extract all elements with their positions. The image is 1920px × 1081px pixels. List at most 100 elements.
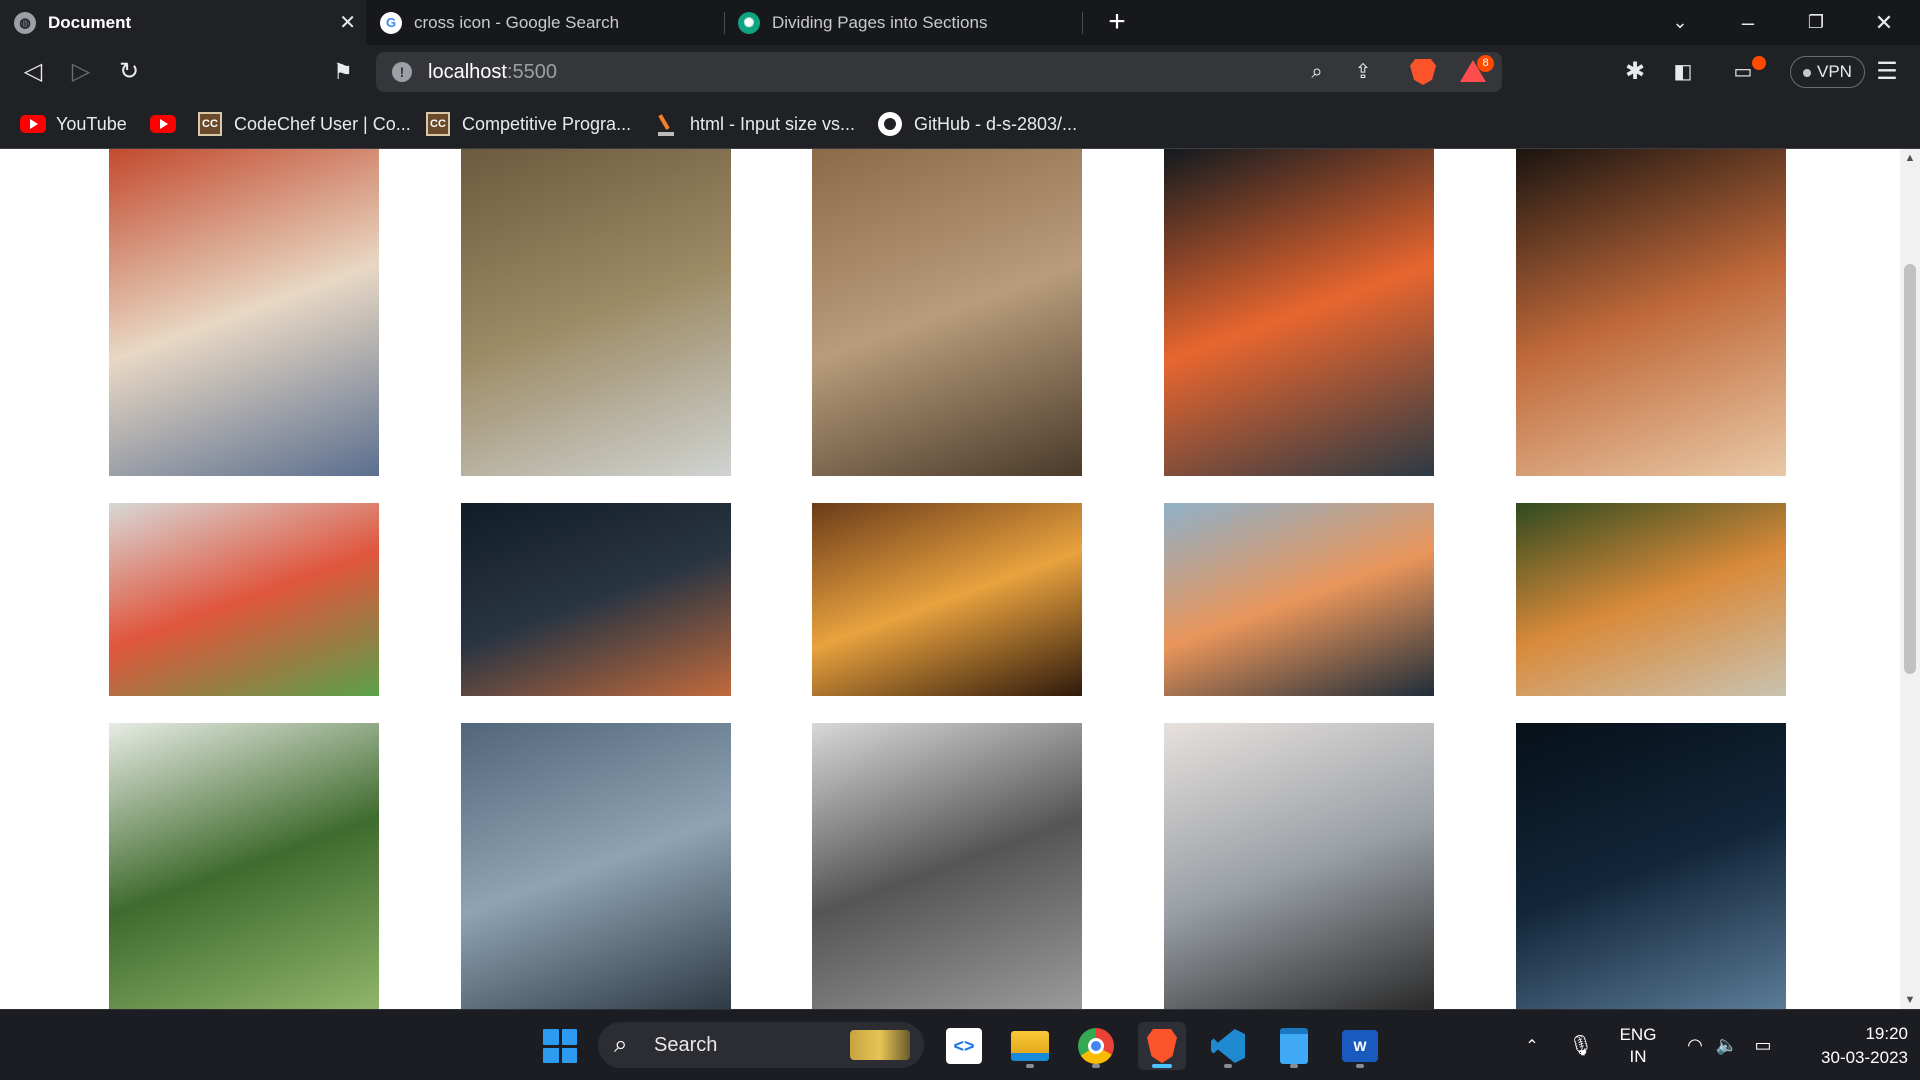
- google-icon: G: [380, 11, 402, 34]
- bookmark-competitive-programming[interactable]: CC Competitive Progra...: [426, 109, 631, 139]
- vscode-icon: [1211, 1029, 1245, 1063]
- reload-button[interactable]: ↻: [110, 53, 148, 91]
- bookmark-youtube-2[interactable]: [150, 109, 186, 139]
- gallery-image-sunset-over-sea-and-hills: [1164, 503, 1434, 696]
- globe-icon: ◍: [14, 11, 36, 34]
- scrollbar-thumb[interactable]: [1904, 264, 1916, 674]
- bookmark-icon[interactable]: ⚑: [324, 53, 362, 91]
- explorer-icon: [1011, 1031, 1049, 1061]
- forward-button[interactable]: ▷: [62, 53, 100, 91]
- taskbar-app-vscode[interactable]: [1204, 1022, 1252, 1070]
- chatgpt-icon: ✺: [738, 11, 760, 34]
- browser-chrome: ◍ Document ✕ G cross icon - Google Searc…: [0, 0, 1920, 149]
- bookmark-label: YouTube: [56, 113, 127, 134]
- volume-icon[interactable]: 🔈: [1712, 1010, 1742, 1081]
- show-hidden-icons-chevron-icon[interactable]: ⌃: [1516, 1010, 1548, 1081]
- gallery-image-hands-on-piano: [1516, 149, 1786, 476]
- gallery-image-rocky-shoreline: [461, 149, 731, 476]
- scroll-up-arrow-icon[interactable]: ▲: [1900, 149, 1920, 167]
- gallery-image-tower-lit-at-night: [1164, 149, 1434, 476]
- minimize-button[interactable]: –: [1720, 0, 1776, 45]
- back-button[interactable]: ◁: [14, 53, 52, 91]
- tab-separator: [1082, 12, 1083, 34]
- battery-icon[interactable]: ▭: [1748, 1010, 1778, 1081]
- tab-title: Document: [48, 12, 132, 32]
- tab-title: cross icon - Google Search: [414, 12, 620, 32]
- gallery-image-man-in-suit-against-wooden-crates: [812, 149, 1082, 476]
- scroll-down-arrow-icon[interactable]: ▼: [1900, 991, 1920, 1009]
- taskbar-app-brave[interactable]: [1138, 1022, 1186, 1070]
- menu-icon[interactable]: ☰: [1868, 53, 1906, 91]
- codechef-icon: CC: [426, 112, 450, 136]
- extensions-icon[interactable]: ✱: [1616, 53, 1654, 91]
- windows-icon: [543, 1029, 577, 1063]
- bookmark-codechef-user[interactable]: CC CodeChef User | Co...: [198, 109, 411, 139]
- taskbar-search[interactable]: ⌕ Search: [598, 1022, 924, 1068]
- gallery-image-retro-room-with-lamp: [812, 503, 1082, 696]
- restore-button[interactable]: ❐: [1788, 0, 1844, 45]
- bookmark-youtube[interactable]: YouTube: [20, 109, 127, 139]
- gallery-image-silver-car-by-wall: [1164, 723, 1434, 1009]
- bookmark-stackoverflow[interactable]: html - Input size vs...: [656, 109, 855, 139]
- image-gallery: [0, 149, 1900, 1009]
- gallery-image-dark-corridor-with-light: [1516, 723, 1786, 1009]
- youtube-icon: [150, 115, 176, 133]
- wallet-badge: [1752, 56, 1766, 70]
- region-code: IN: [1629, 1046, 1647, 1066]
- bookmark-label: html - Input size vs...: [690, 113, 856, 134]
- vpn-status-icon: [1803, 68, 1811, 77]
- address-bar[interactable]: ! localhost:5500 ⌕ ⇪ 8: [376, 52, 1502, 92]
- bookmark-github[interactable]: GitHub - d-s-2803/...: [878, 109, 1077, 139]
- search-icon: ⌕: [614, 1031, 628, 1058]
- page-scrollbar[interactable]: ▲ ▼: [1900, 149, 1920, 1009]
- rewards-badge: 8: [1477, 55, 1494, 72]
- tab-strip: ◍ Document ✕ G cross icon - Google Searc…: [0, 0, 1920, 45]
- tab-google-search[interactable]: G cross icon - Google Search: [366, 0, 724, 45]
- tab-dividing-pages[interactable]: ✺ Dividing Pages into Sections: [724, 0, 1082, 45]
- bookmark-label: Competitive Progra...: [462, 113, 632, 134]
- window-close-button[interactable]: ✕: [1856, 0, 1912, 45]
- gallery-image-dusk-sky-silhouette: [461, 503, 731, 696]
- tab-title: Dividing Pages into Sections: [772, 12, 988, 32]
- devtools-icon: <>: [946, 1028, 982, 1064]
- tab-document[interactable]: ◍ Document ✕: [0, 0, 366, 45]
- wifi-icon[interactable]: ◠: [1680, 1010, 1710, 1081]
- gallery-image-vintage-street-photo: [812, 723, 1082, 1009]
- vpn-button[interactable]: VPN: [1790, 56, 1865, 88]
- clock-date: 30-03-2023: [1821, 1048, 1908, 1067]
- clock-time: 19:20: [1865, 1024, 1908, 1043]
- language-code: ENG: [1619, 1024, 1657, 1044]
- microphone-icon[interactable]: 🎙: [1566, 1010, 1596, 1081]
- running-indicator: [1224, 1064, 1232, 1068]
- active-indicator: [1152, 1064, 1172, 1068]
- zoom-icon[interactable]: ⌕: [1302, 58, 1332, 86]
- site-info-icon[interactable]: !: [392, 62, 412, 82]
- sidebar-icon[interactable]: ◧: [1664, 53, 1702, 91]
- taskbar-app-explorer[interactable]: [1006, 1022, 1054, 1070]
- taskbar-app-chrome[interactable]: [1072, 1022, 1120, 1070]
- system-clock[interactable]: 19:20 30-03-2023: [1798, 1022, 1908, 1070]
- bookmark-label: GitHub - d-s-2803/...: [914, 113, 1078, 134]
- close-icon[interactable]: ✕: [339, 10, 356, 35]
- codechef-icon: CC: [198, 112, 222, 136]
- bookmark-label: CodeChef User | Co...: [234, 113, 411, 134]
- github-icon: [878, 112, 902, 136]
- toolbar: ◁ ▷ ↻ ⚑ ! localhost:5500 ⌕ ⇪ 8 ✱ ◧ ▭ VPN…: [0, 45, 1920, 99]
- brave-shields-icon[interactable]: [1410, 59, 1436, 85]
- gallery-image-hanging-plants: [109, 723, 379, 1009]
- gallery-image-friends-eating-at-a-table: [109, 149, 379, 476]
- word-icon: W: [1342, 1030, 1378, 1062]
- notepad-icon: [1280, 1028, 1308, 1064]
- page-viewport: ▲ ▼: [0, 149, 1920, 1009]
- language-indicator[interactable]: ENG IN: [1612, 1010, 1664, 1081]
- taskbar-app-notepad[interactable]: [1270, 1022, 1318, 1070]
- taskbar-app-devtools[interactable]: <>: [940, 1022, 988, 1070]
- url-text[interactable]: localhost:5500: [428, 61, 557, 84]
- new-tab-button[interactable]: +: [1100, 4, 1134, 40]
- taskbar-app-word[interactable]: W: [1336, 1022, 1384, 1070]
- share-icon[interactable]: ⇪: [1348, 58, 1378, 86]
- gallery-image-volcano-under-clouds: [461, 723, 731, 1009]
- tab-search-chevron-icon[interactable]: ⌄: [1652, 0, 1708, 45]
- search-highlight-icon: [850, 1030, 910, 1060]
- start-button[interactable]: [536, 1022, 584, 1070]
